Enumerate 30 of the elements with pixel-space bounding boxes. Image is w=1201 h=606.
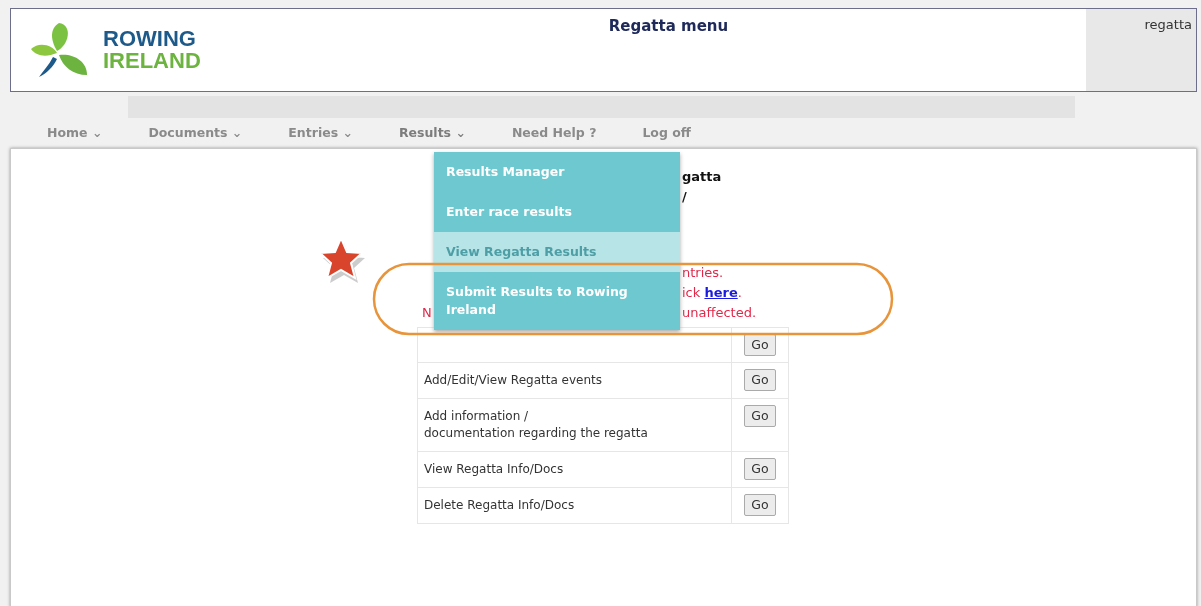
go-button[interactable]: Go — [744, 334, 776, 356]
page-title: Regatta menu — [607, 16, 730, 37]
table-cell: Add information / documentation regarding the regatta — [424, 409, 648, 440]
nav-menu-item[interactable]: Log off — [639, 121, 694, 145]
go-button[interactable]: Go — [744, 458, 776, 480]
user-name: regatta — [1144, 17, 1192, 32]
nav-menu-item[interactable]: Need Help ? — [508, 121, 600, 145]
go-button[interactable]: Go — [744, 405, 776, 427]
table-cell: Add/Edit/View Regatta events — [424, 373, 602, 387]
dropdown-item[interactable]: View Regatta Results — [434, 232, 680, 272]
go-button[interactable]: Go — [744, 369, 776, 391]
table-cell: View Regatta Info/Docs — [424, 462, 564, 476]
notice-text: unaffected. — [682, 304, 758, 322]
logo-text: ROWING — [103, 28, 197, 50]
notice-text: ick here. — [682, 284, 743, 302]
logo-text: IRELAND — [103, 50, 201, 72]
dropdown-item[interactable]: Results Manager — [434, 152, 680, 192]
notice-text: ntries. — [682, 264, 725, 282]
nav-menu-item[interactable]: Documents ⌄ — [145, 121, 246, 145]
notice-text: N — [422, 304, 432, 322]
go-button[interactable]: Go — [744, 494, 776, 516]
heading-text: / — [682, 189, 687, 204]
dropdown-item[interactable]: Submit Results to Rowing Ireland — [434, 272, 680, 330]
heading-text: gatta — [682, 169, 722, 184]
dropdown-item[interactable]: Enter race results — [434, 192, 680, 232]
nav-menu-item[interactable]: Results ⌄ — [395, 121, 469, 145]
table-cell: Delete Regatta Info/Docs — [424, 498, 575, 512]
nav-menu-item[interactable]: Home ⌄ — [44, 121, 106, 145]
here-link[interactable]: here — [704, 285, 738, 300]
nav-menu-item[interactable]: Entries ⌄ — [285, 121, 356, 145]
